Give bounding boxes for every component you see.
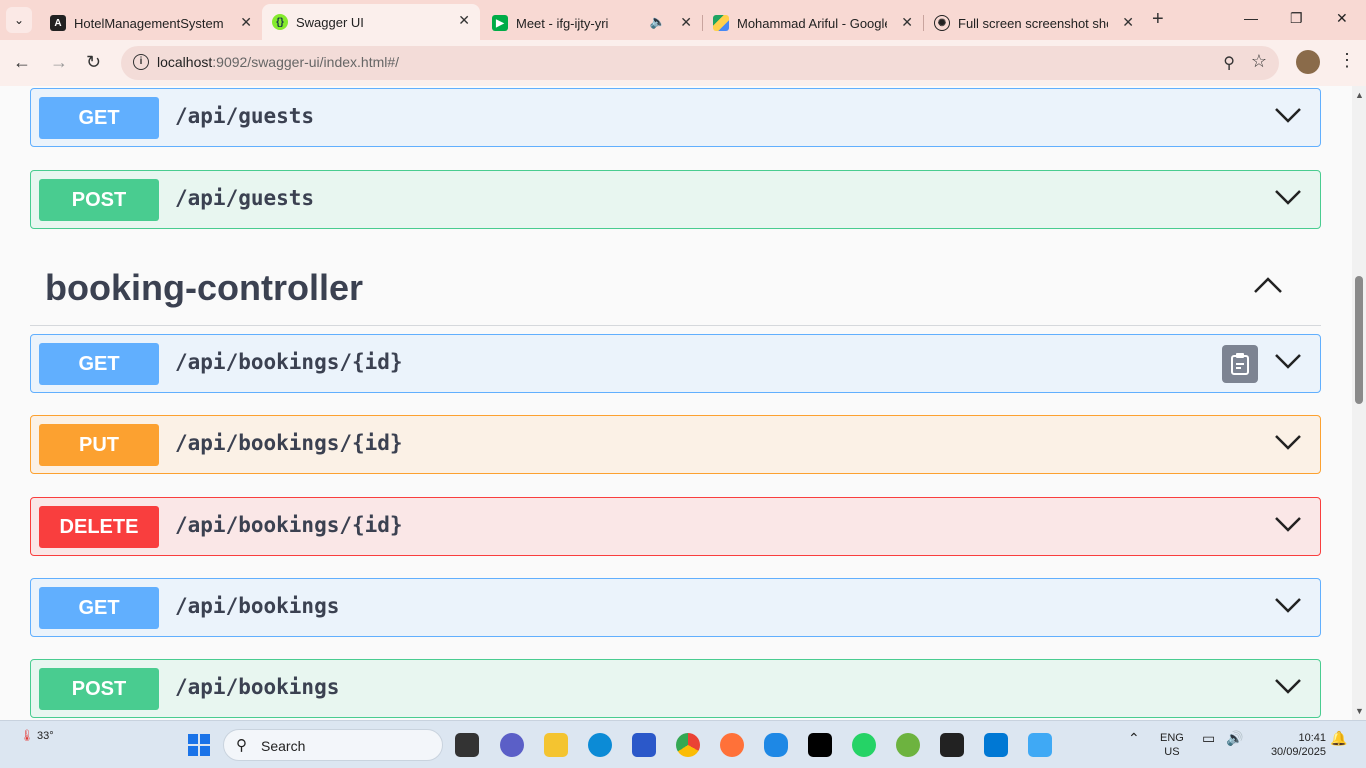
site-info-icon[interactable]: i xyxy=(133,54,149,70)
close-tab-icon[interactable]: ✕ xyxy=(240,14,252,31)
file-explorer-icon[interactable] xyxy=(544,733,568,757)
spring-icon[interactable] xyxy=(896,733,920,757)
new-tab-icon[interactable]: + xyxy=(1152,8,1164,31)
tab-meet[interactable]: ▶ Meet - ifg-ijty-yri 🔈 ✕ xyxy=(482,6,703,40)
taskbar-search-box[interactable]: ⚲ Search xyxy=(223,729,443,761)
tag-title[interactable]: booking-controller xyxy=(45,267,363,309)
restore-icon[interactable]: ❐ xyxy=(1290,10,1303,27)
intellij-icon[interactable] xyxy=(808,733,832,757)
method-badge: PUT xyxy=(39,424,159,466)
opblock-post-bookings[interactable]: POST /api/bookings xyxy=(30,659,1321,718)
method-badge: GET xyxy=(39,97,159,139)
drive-icon xyxy=(713,15,729,31)
tab-search-button[interactable]: ⌄ xyxy=(6,7,32,33)
windows-taskbar: 🌡 33° ⚲ Search ⌃ ENG US ▭ 🔊 10:41 30/09/… xyxy=(0,720,1366,768)
close-window-icon[interactable]: ✕ xyxy=(1336,10,1348,27)
tag-divider xyxy=(30,325,1321,326)
weather-widget[interactable]: 🌡 33° xyxy=(20,729,54,742)
method-badge: DELETE xyxy=(39,506,159,548)
chevron-up-icon[interactable] xyxy=(1253,276,1283,296)
method-badge: POST xyxy=(39,179,159,221)
dolphin-icon[interactable] xyxy=(764,733,788,757)
opblock-get-guests[interactable]: GET /api/guests xyxy=(30,88,1321,147)
chevron-down-icon[interactable] xyxy=(1274,187,1302,207)
method-badge: GET xyxy=(39,343,159,385)
tab-chatgpt[interactable]: ✺ Full screen screenshot shortc ✕ xyxy=(924,6,1144,40)
chevron-down-icon[interactable] xyxy=(1274,676,1302,696)
bookmark-star-icon[interactable]: ☆ xyxy=(1251,51,1267,72)
photos-icon[interactable] xyxy=(1028,733,1052,757)
terminal-icon[interactable] xyxy=(940,733,964,757)
swagger-icon: {} xyxy=(272,14,288,30)
vscode-icon[interactable] xyxy=(984,733,1008,757)
opblock-delete-booking[interactable]: DELETE /api/bookings/{id} xyxy=(30,497,1321,556)
op-path: /api/bookings/{id} xyxy=(175,513,403,537)
page-scrollbar[interactable]: ▲ ▼ xyxy=(1352,86,1366,720)
op-path: /api/bookings xyxy=(175,675,340,699)
clipboard-icon xyxy=(1231,353,1249,375)
chat-icon[interactable] xyxy=(500,733,524,757)
meet-icon: ▶ xyxy=(492,15,508,31)
close-tab-icon[interactable]: ✕ xyxy=(1122,14,1134,31)
scroll-up-arrow-icon[interactable]: ▲ xyxy=(1355,90,1364,100)
task-view-icon[interactable] xyxy=(455,733,479,757)
tab-swagger-ui[interactable]: {} Swagger UI ✕ xyxy=(262,4,480,40)
opblock-get-bookings[interactable]: GET /api/bookings xyxy=(30,578,1321,637)
whatsapp-icon[interactable] xyxy=(852,733,876,757)
close-tab-icon[interactable]: ✕ xyxy=(458,12,470,29)
notification-bell-icon[interactable]: 🔔 xyxy=(1330,731,1347,745)
chevron-down-icon[interactable] xyxy=(1274,432,1302,452)
edge-icon[interactable] xyxy=(588,733,612,757)
menu-kebab-icon[interactable]: ⋮ xyxy=(1338,50,1356,71)
op-path: /api/bookings/{id} xyxy=(175,431,403,455)
search-icon: ⚲ xyxy=(236,737,247,754)
reload-icon[interactable]: ↻ xyxy=(86,52,101,73)
clock[interactable]: 10:41 30/09/2025 xyxy=(1256,731,1326,759)
op-path: /api/bookings/{id} xyxy=(175,350,403,374)
close-tab-icon[interactable]: ✕ xyxy=(901,14,913,31)
url-text[interactable]: localhost:9092/swagger-ui/index.html#/ xyxy=(157,54,399,70)
chevron-up-icon[interactable]: ⌃ xyxy=(1128,731,1140,745)
thermometer-icon: 🌡 xyxy=(20,730,34,742)
tab-hotel-management[interactable]: A HotelManagementSystem ✕ xyxy=(40,6,262,40)
method-badge: POST xyxy=(39,668,159,710)
minimize-icon[interactable]: — xyxy=(1244,10,1258,26)
chevron-down-icon[interactable] xyxy=(1274,351,1302,371)
forward-icon[interactable]: → xyxy=(50,52,68,73)
back-icon[interactable]: ← xyxy=(13,52,31,73)
copy-to-clipboard-button[interactable] xyxy=(1222,345,1258,383)
opblock-put-booking[interactable]: PUT /api/bookings/{id} xyxy=(30,415,1321,474)
chevron-down-icon[interactable] xyxy=(1274,105,1302,125)
language-indicator[interactable]: ENG US xyxy=(1160,731,1184,759)
method-badge: GET xyxy=(39,587,159,629)
openai-icon: ✺ xyxy=(934,15,950,31)
op-path: /api/guests xyxy=(175,104,315,128)
tab-google-drive[interactable]: Mohammad Ariful - Google ✕ xyxy=(703,6,924,40)
tab-strip: ⌄ A HotelManagementSystem ✕ {} Swagger U… xyxy=(0,0,1366,40)
chevron-down-icon[interactable] xyxy=(1274,514,1302,534)
opblock-post-guests[interactable]: POST /api/guests xyxy=(30,170,1321,229)
scroll-down-arrow-icon[interactable]: ▼ xyxy=(1355,706,1364,716)
browser-toolbar: ← → ↻ i localhost:9092/swagger-ui/index.… xyxy=(0,40,1366,86)
close-tab-icon[interactable]: ✕ xyxy=(680,14,692,31)
chrome-icon[interactable] xyxy=(676,733,700,757)
address-bar[interactable]: i localhost:9092/swagger-ui/index.html#/… xyxy=(121,46,1279,80)
windows-start-icon[interactable] xyxy=(188,734,210,756)
angular-icon: A xyxy=(50,15,66,31)
op-path: /api/bookings xyxy=(175,594,340,618)
zoom-icon[interactable]: ⚲ xyxy=(1223,53,1235,73)
firefox-icon[interactable] xyxy=(720,733,744,757)
chevron-down-icon[interactable] xyxy=(1274,595,1302,615)
scroll-thumb[interactable] xyxy=(1355,276,1363,404)
speaker-icon[interactable]: 🔈 xyxy=(650,14,666,30)
store-icon[interactable] xyxy=(632,733,656,757)
volume-icon[interactable]: 🔊 xyxy=(1226,731,1243,745)
swagger-content: GET /api/guests POST /api/guests booking… xyxy=(0,86,1366,720)
opblock-get-booking-by-id[interactable]: GET /api/bookings/{id} xyxy=(30,334,1321,393)
op-path: /api/guests xyxy=(175,186,315,210)
network-icon[interactable]: ▭ xyxy=(1202,731,1215,745)
profile-avatar[interactable] xyxy=(1296,50,1320,74)
